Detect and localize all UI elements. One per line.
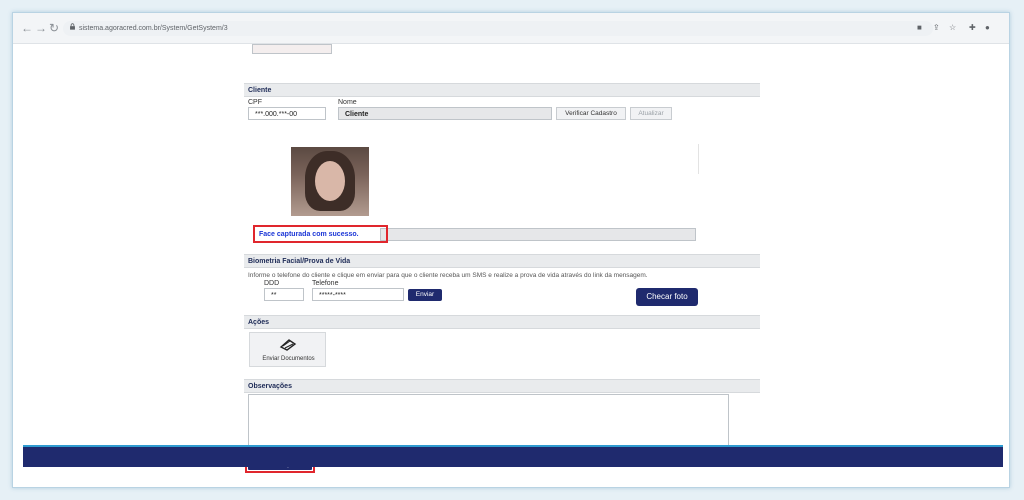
section-acoes-title: Ações [244, 315, 760, 329]
scanner-icon [279, 339, 297, 351]
divider [698, 144, 699, 174]
face-status-text: Face capturada com sucesso. [259, 231, 359, 238]
telefone-label: Telefone [312, 280, 339, 287]
page-footer [23, 445, 1003, 467]
enviar-documentos-button[interactable]: Enviar Documentos [249, 332, 326, 367]
star-icon[interactable]: ☆ [949, 22, 956, 34]
url-text[interactable]: sistema.agoracred.com.br/System/GetSyste… [79, 22, 228, 35]
browser-toolbar: ← → ↻ sistema.agoracred.com.br/System/Ge… [13, 13, 1009, 44]
camera-icon[interactable]: ■ [917, 22, 922, 34]
proposal-form: Cliente CPF ***.000.***-00 Nome Cliente … [244, 44, 764, 474]
observacoes-textarea[interactable] [248, 394, 729, 446]
face-status-bar [380, 228, 696, 241]
screenshot-frame: ← → ↻ sistema.agoracred.com.br/System/Ge… [12, 12, 1010, 488]
cpf-input[interactable]: ***.000.***-00 [248, 107, 326, 120]
share-icon[interactable]: ⇪ [933, 22, 940, 34]
biometria-instructions: Informe o telefone do cliente e clique e… [248, 272, 648, 279]
page-content: Cliente CPF ***.000.***-00 Nome Cliente … [13, 44, 1009, 487]
photo-face [315, 161, 345, 201]
atualizar-button[interactable]: Atualizar [630, 107, 672, 120]
extensions-icon[interactable]: ✚ [969, 22, 976, 34]
client-face-photo [291, 147, 369, 216]
ddd-input[interactable]: ** [264, 288, 304, 301]
enviar-documentos-label: Enviar Documentos [262, 356, 315, 362]
section-observacoes-title: Observações [244, 379, 760, 393]
section-cliente-title: Cliente [244, 83, 760, 97]
ddd-label: DDD [264, 280, 280, 287]
enviar-sms-button[interactable]: Enviar [408, 289, 442, 301]
verificar-cadastro-button[interactable]: Verificar Cadastro [556, 107, 626, 120]
nome-label: Nome [338, 99, 357, 106]
forward-icon[interactable]: → [35, 21, 47, 35]
lock-icon [70, 23, 75, 30]
telefone-input[interactable]: *****-**** [312, 288, 404, 301]
checar-foto-button[interactable]: Checar foto [636, 288, 698, 306]
back-icon[interactable]: ← [21, 21, 33, 35]
nome-input[interactable]: Cliente [338, 107, 552, 120]
section-biometria-title: Biometria Facial/Prova de Vida [244, 254, 760, 268]
profile-icon[interactable]: ● [985, 22, 990, 34]
reload-icon[interactable]: ↻ [49, 21, 59, 35]
top-partial-field[interactable] [252, 44, 332, 54]
cpf-label: CPF [248, 99, 262, 106]
